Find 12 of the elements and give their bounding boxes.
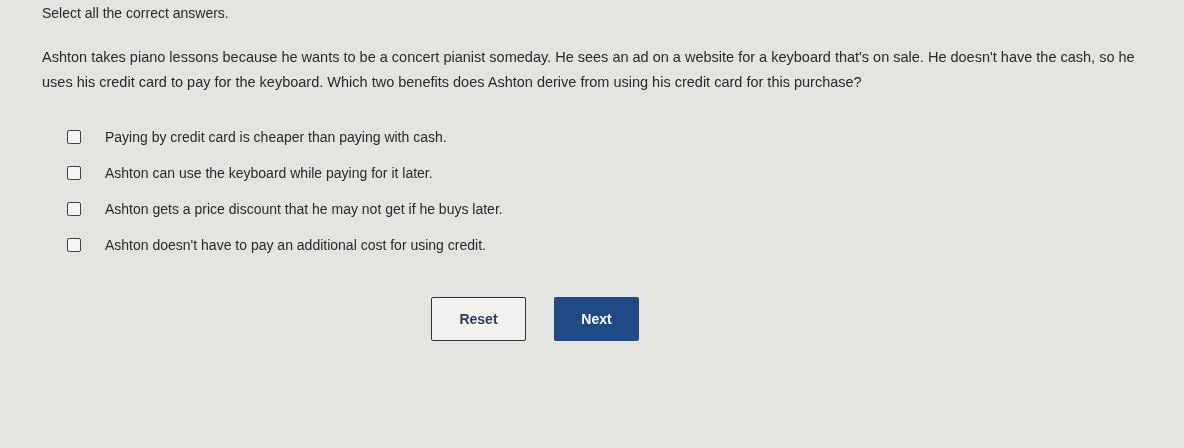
next-button[interactable]: Next <box>554 297 639 341</box>
checkbox[interactable] <box>67 166 81 180</box>
option-label[interactable]: Ashton doesn't have to pay an additional cost for using credit. <box>105 235 486 255</box>
question-text: Ashton takes piano lessons because he wants to be a concert pianist someday. He sees an ad on a website for a keyboard that's on sale. He doesn't have the cash, so he uses his credit card to pay for the keyboard. Which two benefits does Ashton derive from using his credit card for this purchase? <box>42 48 1136 92</box>
checkbox[interactable] <box>67 238 81 252</box>
instruction-text: Select all the correct answers. <box>42 4 230 23</box>
checkbox[interactable] <box>67 202 81 216</box>
option-label[interactable]: Ashton can use the keyboard while paying for it later. <box>105 163 433 183</box>
option-label[interactable]: Paying by credit card is cheaper than paying with cash. <box>105 127 447 147</box>
checkbox[interactable] <box>67 130 81 144</box>
option-label[interactable]: Ashton gets a price discount that he may not get if he buys later. <box>105 199 503 219</box>
reset-button[interactable]: Reset <box>431 297 526 341</box>
